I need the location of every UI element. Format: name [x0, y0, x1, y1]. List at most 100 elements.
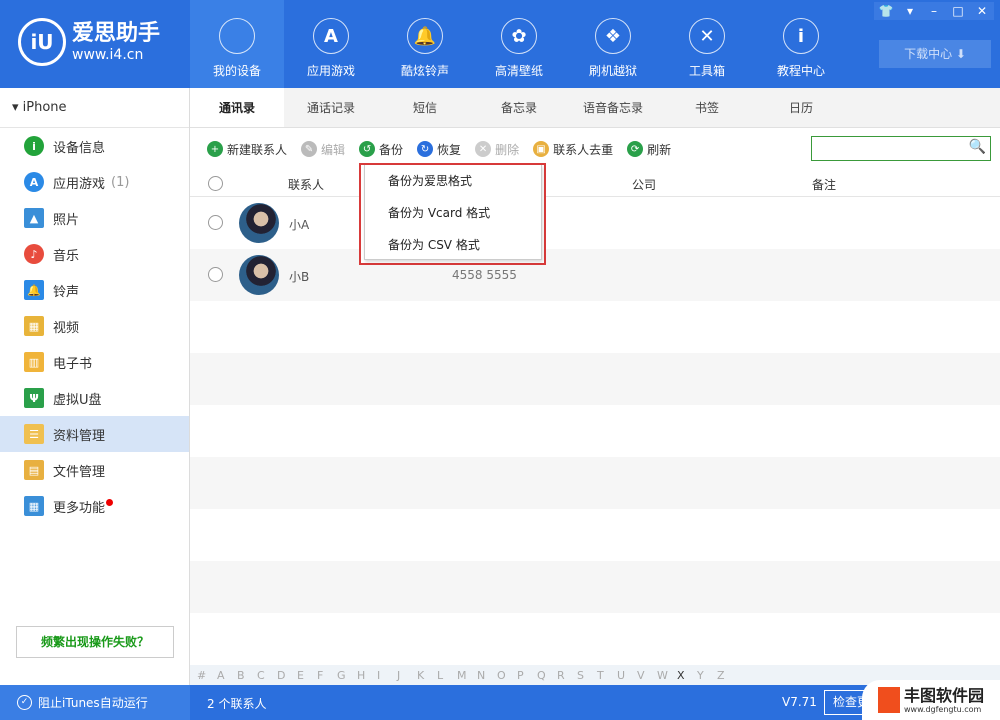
- alphabet-letter[interactable]: U: [617, 669, 637, 682]
- sidebar: ▾ iPhone i 设备信息 A 应用游戏 (1) ▲ 照片 ♪ 音乐 🔔 铃声 ▦ 视频 ▥ 电子书 Ψ 虚…: [0, 88, 190, 685]
- skin-icon[interactable]: 👕: [874, 2, 898, 20]
- contact-name: 小A: [289, 218, 310, 232]
- toolbar-button-0[interactable]: + 新建联系人: [207, 141, 287, 158]
- menu-item-backup-1[interactable]: 备份为 Vcard 格式: [365, 197, 541, 229]
- alphabet-letter[interactable]: D: [277, 669, 297, 682]
- sidebar-item-6[interactable]: ▥ 电子书: [0, 344, 189, 380]
- sidebar-item-label: 音乐: [53, 248, 80, 264]
- app-name: 爱思助手: [72, 21, 161, 46]
- alphabet-letter[interactable]: C: [257, 669, 277, 682]
- box-icon: ❖: [595, 18, 631, 54]
- menu-icon[interactable]: ▾: [898, 2, 922, 20]
- toolbar-icon: ▣: [533, 141, 550, 157]
- tab-5[interactable]: 书签: [660, 88, 754, 127]
- alphabet-letter[interactable]: P: [517, 669, 537, 682]
- table-row: [190, 353, 1000, 405]
- sidebar-item-label: 更多功能: [53, 500, 106, 516]
- nav-item-0[interactable]: 我的设备: [190, 0, 284, 88]
- sidebar-item-2[interactable]: ▲ 照片: [0, 200, 189, 236]
- nav-item-4[interactable]: ❖ 刷机越狱: [566, 0, 660, 88]
- watermark-name: 丰图软件园: [904, 685, 985, 705]
- nav-item-5[interactable]: ✕ 工具箱: [660, 0, 754, 88]
- alphabet-letter[interactable]: F: [317, 669, 337, 682]
- alphabet-letter[interactable]: G: [337, 669, 357, 682]
- nav-item-2[interactable]: 🔔 酷炫铃声: [378, 0, 472, 88]
- toolbar-button-1[interactable]: ✎ 编辑: [301, 141, 345, 158]
- block-itunes-toggle[interactable]: ✓ 阻止iTunes自动运行: [0, 685, 190, 720]
- tab-4[interactable]: 语音备忘录: [566, 88, 660, 127]
- menu-item-backup-2[interactable]: 备份为 CSV 格式: [365, 229, 541, 261]
- sidebar-item-label: 虚拟U盘: [53, 392, 102, 408]
- alphabet-letter[interactable]: N: [477, 669, 497, 682]
- sidebar-icon: Ψ: [24, 388, 44, 408]
- tools-icon: ✕: [689, 18, 725, 54]
- column-company[interactable]: 公司: [632, 176, 656, 193]
- alphabet-letter[interactable]: #: [197, 669, 217, 682]
- close-icon[interactable]: ✕: [970, 2, 994, 20]
- tab-6[interactable]: 日历: [754, 88, 848, 127]
- alphabet-letter[interactable]: E: [297, 669, 317, 682]
- search-icon[interactable]: 🔍: [969, 139, 986, 155]
- row-radio[interactable]: [208, 215, 223, 230]
- sidebar-item-9[interactable]: ▤ 文件管理: [0, 452, 189, 488]
- alphabet-letter[interactable]: X: [677, 669, 697, 682]
- sidebar-item-3[interactable]: ♪ 音乐: [0, 236, 189, 272]
- alphabet-letter[interactable]: I: [377, 669, 397, 682]
- toolbar-button-3[interactable]: ↻ 恢复: [417, 141, 461, 158]
- column-note[interactable]: 备注: [812, 176, 836, 193]
- tab-1[interactable]: 通话记录: [284, 88, 378, 127]
- table-row[interactable]: 小A: [190, 197, 1000, 249]
- alphabet-letter[interactable]: M: [457, 669, 477, 682]
- minimize-icon[interactable]: –: [922, 2, 946, 20]
- sidebar-item-7[interactable]: Ψ 虚拟U盘: [0, 380, 189, 416]
- select-all-radio[interactable]: [208, 176, 223, 191]
- alphabet-letter[interactable]: A: [217, 669, 237, 682]
- alphabet-letter[interactable]: Y: [697, 669, 717, 682]
- tab-3[interactable]: 备忘录: [472, 88, 566, 127]
- toolbar-button-2[interactable]: ↺ 备份: [359, 141, 403, 158]
- nav-item-3[interactable]: ✿ 高清壁纸: [472, 0, 566, 88]
- alphabet-letter[interactable]: H: [357, 669, 377, 682]
- sidebar-item-8[interactable]: ☰ 资料管理: [0, 416, 189, 452]
- sidebar-item-1[interactable]: A 应用游戏 (1): [0, 164, 189, 200]
- alphabet-letter[interactable]: B: [237, 669, 257, 682]
- column-contact[interactable]: 联系人: [288, 176, 324, 193]
- device-selector[interactable]: ▾ iPhone: [0, 88, 189, 128]
- alphabet-letter[interactable]: J: [397, 669, 417, 682]
- toolbar-button-5[interactable]: ▣ 联系人去重: [533, 141, 613, 158]
- sidebar-item-10[interactable]: ▦ 更多功能: [0, 488, 189, 524]
- tab-2[interactable]: 短信: [378, 88, 472, 127]
- sidebar-item-4[interactable]: 🔔 铃声: [0, 272, 189, 308]
- alphabet-letter[interactable]: K: [417, 669, 437, 682]
- alphabet-letter[interactable]: W: [657, 669, 677, 682]
- alphabet-letter[interactable]: L: [437, 669, 457, 682]
- sidebar-item-label: 视频: [53, 320, 80, 336]
- alphabet-letter[interactable]: R: [557, 669, 577, 682]
- table-row: [190, 457, 1000, 509]
- table-row: [190, 613, 1000, 665]
- operation-failure-help-button[interactable]: 频繁出现操作失败？: [16, 626, 174, 658]
- nav-item-6[interactable]: i 教程中心: [754, 0, 848, 88]
- contact-name: 小B: [289, 270, 310, 284]
- nav-item-1[interactable]: A 应用游戏: [284, 0, 378, 88]
- sidebar-item-0[interactable]: i 设备信息: [0, 128, 189, 164]
- toolbar-button-4[interactable]: ✕ 删除: [475, 141, 519, 158]
- alphabet-letter[interactable]: S: [577, 669, 597, 682]
- tab-0[interactable]: 通讯录: [190, 88, 284, 127]
- maximize-icon[interactable]: □: [946, 2, 970, 20]
- sidebar-icon: i: [24, 136, 44, 156]
- alphabet-letter[interactable]: Q: [537, 669, 557, 682]
- table-row[interactable]: 小B 4558 5555: [190, 249, 1000, 301]
- alphabet-letter[interactable]: O: [497, 669, 517, 682]
- search-input[interactable]: 🔍: [811, 136, 991, 161]
- table-row: [190, 509, 1000, 561]
- toolbar-icon: +: [207, 141, 223, 157]
- alphabet-letter[interactable]: T: [597, 669, 617, 682]
- sidebar-item-5[interactable]: ▦ 视频: [0, 308, 189, 344]
- menu-item-backup-0[interactable]: 备份为爱思格式: [365, 165, 541, 197]
- download-center-button[interactable]: 下载中心 ⬇: [879, 40, 991, 68]
- alphabet-letter[interactable]: V: [637, 669, 657, 682]
- alphabet-letter[interactable]: Z: [717, 669, 737, 682]
- toolbar-button-6[interactable]: ⟳ 刷新: [627, 141, 671, 158]
- row-radio[interactable]: [208, 267, 223, 282]
